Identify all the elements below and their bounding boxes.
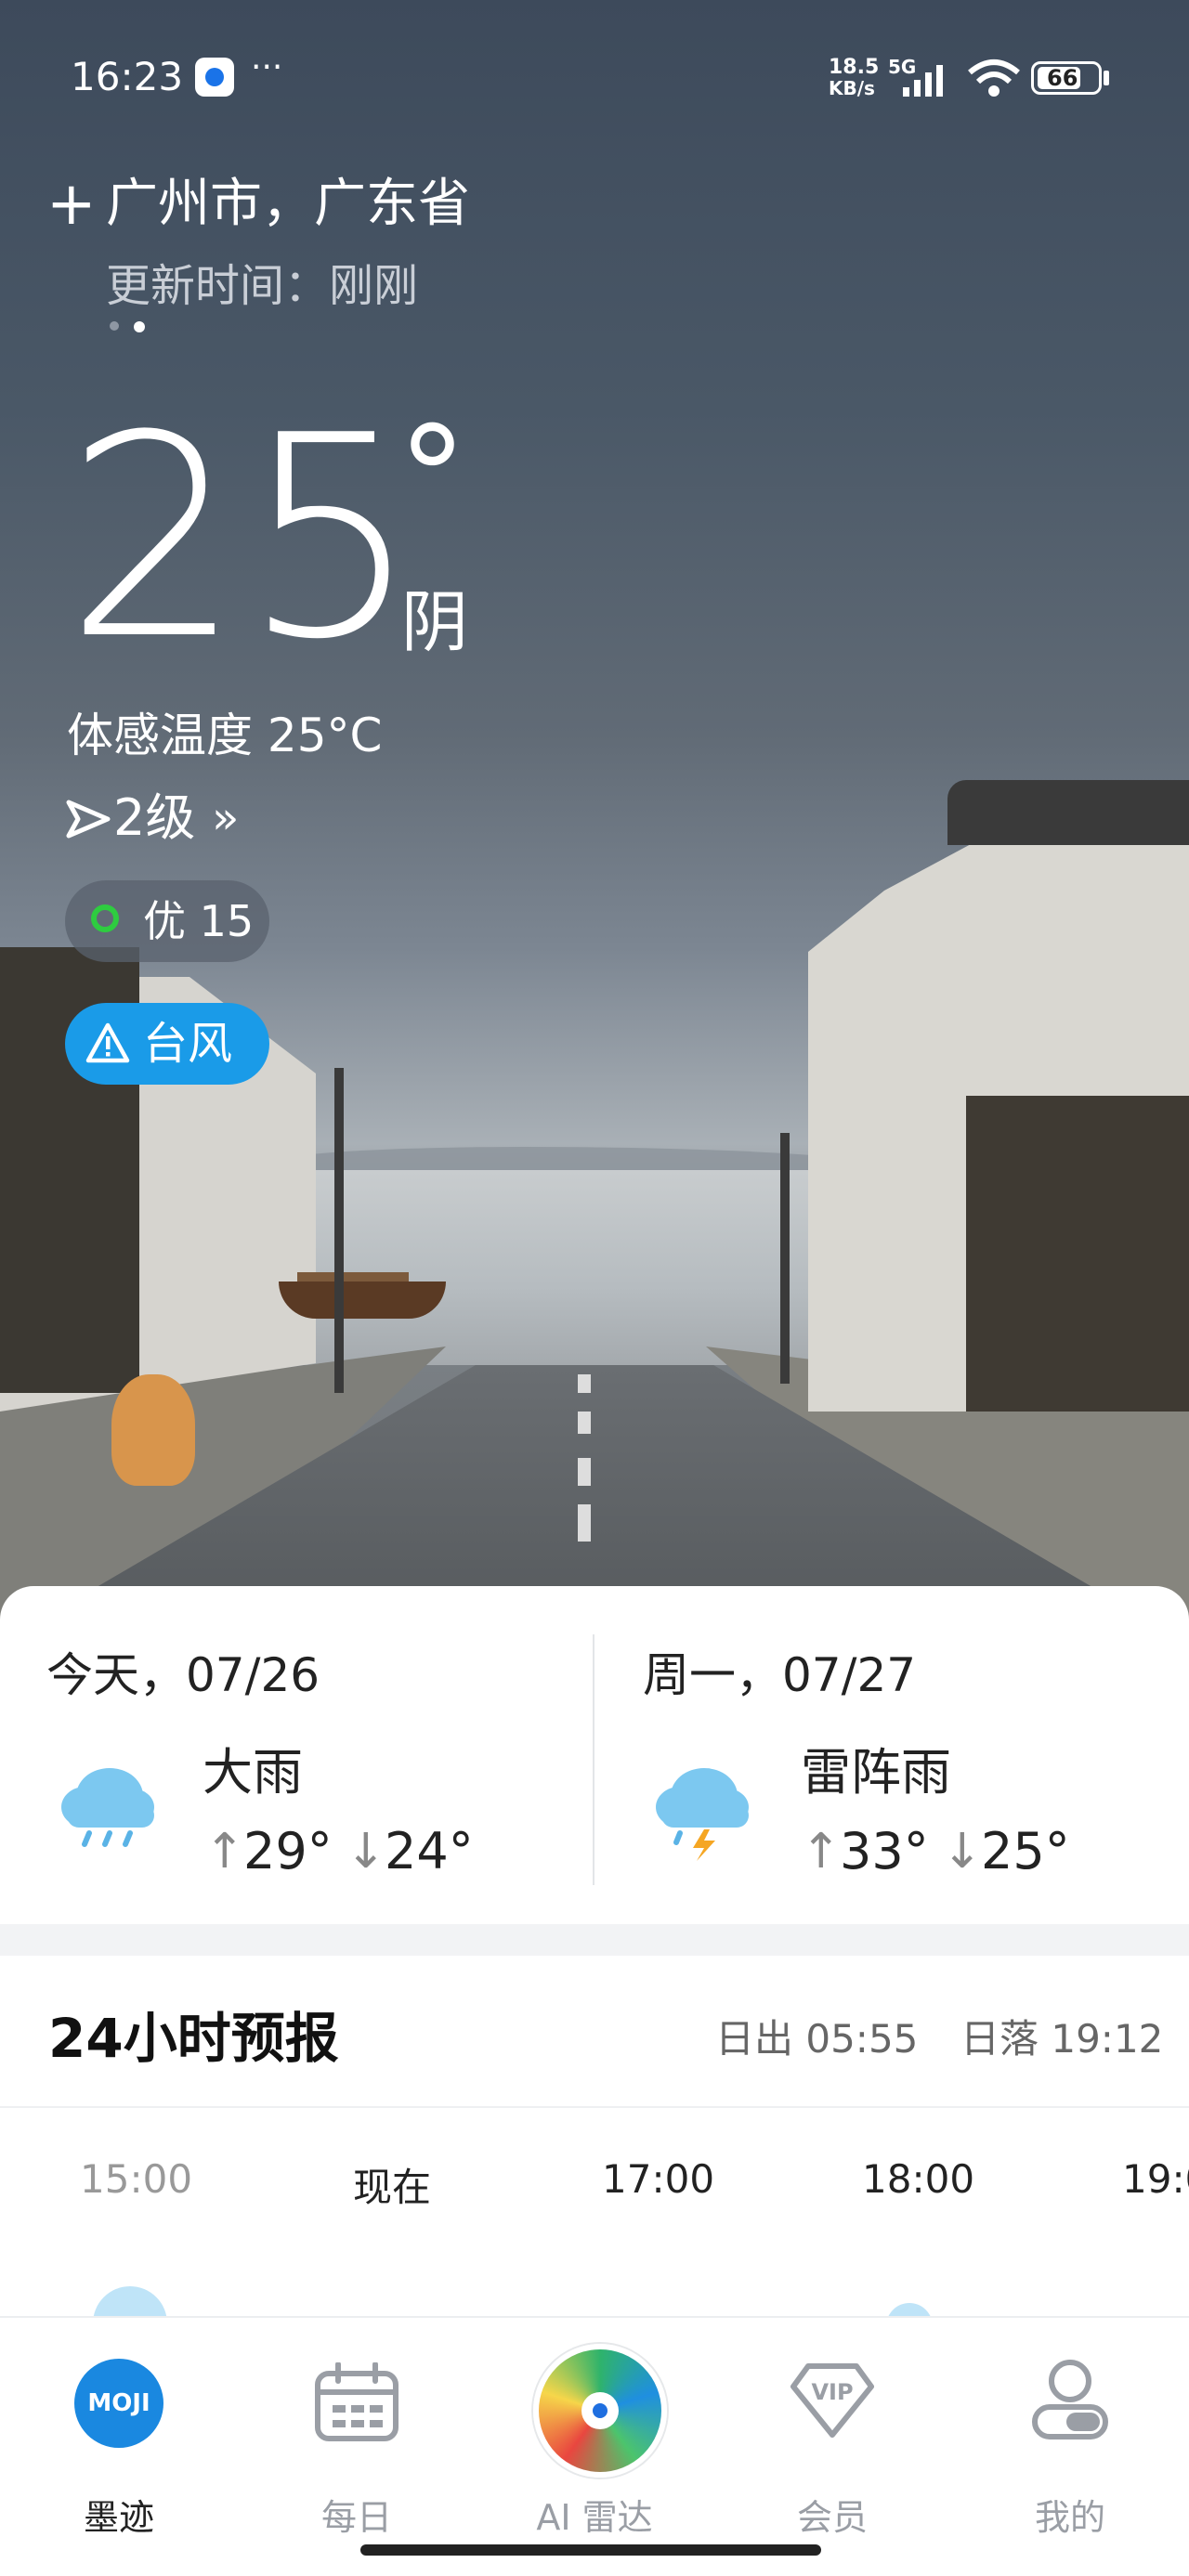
alert-label: 台风 bbox=[143, 1018, 233, 1070]
vip-icon: VIP bbox=[790, 2363, 874, 2438]
forecast-date: 周一，07/27 bbox=[643, 1648, 917, 1702]
forecast-high: 33° bbox=[840, 1822, 929, 1880]
location-name[interactable]: 广州市，广东省 bbox=[106, 167, 470, 241]
warning-icon bbox=[85, 1022, 130, 1063]
home-indicator[interactable] bbox=[360, 2544, 821, 2556]
battery-icon: 66 bbox=[1031, 61, 1102, 95]
forecast-high: 29° bbox=[243, 1822, 333, 1880]
page-dot-2 bbox=[134, 321, 145, 332]
aqi-badge[interactable]: 优 15 bbox=[65, 880, 269, 962]
nav-label: 会员 bbox=[796, 2497, 868, 2538]
more-notifications-icon: ··· bbox=[251, 48, 283, 86]
update-time: 更新时间：刚刚 bbox=[106, 260, 419, 312]
hour-label: 17:00 bbox=[602, 2156, 715, 2202]
nav-label: 我的 bbox=[1034, 2497, 1105, 2538]
aqi-status-icon bbox=[91, 904, 119, 932]
degree-symbol: ° bbox=[398, 397, 467, 559]
status-bar: 16:23 ··· 18.5 KB/s 5G 66 bbox=[0, 0, 1189, 158]
forecast-date: 今天，07/26 bbox=[46, 1648, 320, 1702]
nav-label: AI 雷达 bbox=[536, 2497, 653, 2538]
sunset-time: 日落 19:12 bbox=[960, 2016, 1164, 2062]
forecast-low: 25° bbox=[981, 1822, 1070, 1880]
forecast-low: 24° bbox=[385, 1822, 474, 1880]
current-temperature: 25 bbox=[65, 376, 420, 700]
arrow-up-icon: ↑ bbox=[204, 1824, 245, 1880]
forecast-tomorrow[interactable]: 周一，07/27 雷阵雨 ↑ 33° ↓ 25° bbox=[594, 1586, 1189, 1924]
svg-text:VIP: VIP bbox=[811, 2379, 853, 2405]
arrow-up-icon: ↑ bbox=[801, 1824, 842, 1880]
nav-item-ai-radar[interactable]: AI 雷达 bbox=[502, 2344, 687, 2538]
nav-item-daily[interactable]: 每日 bbox=[264, 2349, 450, 2538]
current-condition: 阴 bbox=[401, 583, 469, 661]
battery-level: 66 bbox=[1047, 65, 1078, 91]
daily-forecast-card: 今天，07/26 大雨 ↑ 29° ↓ 24° 周一，07/27 雷阵雨 ↑ 3… bbox=[0, 1586, 1189, 1924]
status-time: 16:23 bbox=[71, 54, 184, 99]
arrow-down-icon: ↓ bbox=[942, 1824, 983, 1880]
forecast-today[interactable]: 今天，07/26 大雨 ↑ 29° ↓ 24° bbox=[0, 1586, 591, 1924]
moji-logo-icon: MOJI bbox=[74, 2359, 163, 2448]
add-city-icon[interactable]: + bbox=[46, 167, 97, 241]
nav-label: 墨迹 bbox=[83, 2497, 154, 2538]
profile-icon bbox=[1032, 2360, 1108, 2439]
hour-label: 15:00 bbox=[80, 2156, 193, 2202]
nav-label: 每日 bbox=[320, 2497, 392, 2538]
app-notification-icon bbox=[195, 58, 234, 97]
net-speed-unit: KB/s bbox=[829, 77, 875, 99]
hour-label: 现在 bbox=[353, 2165, 432, 2210]
hourly-divider bbox=[0, 2106, 1189, 2108]
aqi-value: 优 15 bbox=[143, 896, 255, 946]
wifi-icon bbox=[968, 59, 1020, 97]
chevron-right-icon: » bbox=[212, 792, 240, 844]
heavy-rain-icon bbox=[61, 1768, 154, 1847]
hourly-title: 24小时预报 bbox=[48, 2007, 339, 2070]
calendar-icon bbox=[315, 2362, 399, 2441]
net-speed-value: 18.5 bbox=[829, 56, 880, 79]
feels-like: 体感温度 25°C bbox=[67, 709, 383, 762]
wind-level[interactable]: 2级 bbox=[113, 786, 195, 851]
wind-direction-icon bbox=[66, 800, 111, 839]
hour-label: 19:0 bbox=[1122, 2156, 1189, 2202]
nav-item-moji[interactable]: MOJI 墨迹 bbox=[26, 2349, 212, 2538]
signal-icon bbox=[903, 65, 943, 97]
hour-label: 18:00 bbox=[862, 2156, 975, 2202]
battery-tip bbox=[1104, 71, 1109, 85]
hourly-scroller[interactable]: 15:00 现在 17:00 18:00 19:0 bbox=[0, 2156, 1189, 2221]
forecast-condition: 雷阵雨 bbox=[801, 1743, 951, 1802]
sunrise-time: 日出 05:55 bbox=[715, 2016, 919, 2062]
arrow-down-icon: ↓ bbox=[346, 1824, 386, 1880]
nav-item-profile[interactable]: 我的 bbox=[977, 2349, 1163, 2538]
forecast-condition: 大雨 bbox=[203, 1743, 303, 1802]
hourly-forecast-card: 24小时预报 日出 05:55 日落 19:12 15:00 现在 17:00 … bbox=[0, 1956, 1189, 2346]
page-dot-1 bbox=[110, 321, 119, 331]
radar-icon bbox=[533, 2344, 667, 2478]
nav-item-vip[interactable]: VIP 会员 bbox=[739, 2349, 925, 2538]
typhoon-alert-badge[interactable]: 台风 bbox=[65, 1003, 269, 1085]
thunderstorm-icon bbox=[656, 1768, 749, 1861]
bottom-nav: MOJI 墨迹 每日 AI 雷达 VIP 会员 我的 bbox=[0, 2316, 1189, 2576]
